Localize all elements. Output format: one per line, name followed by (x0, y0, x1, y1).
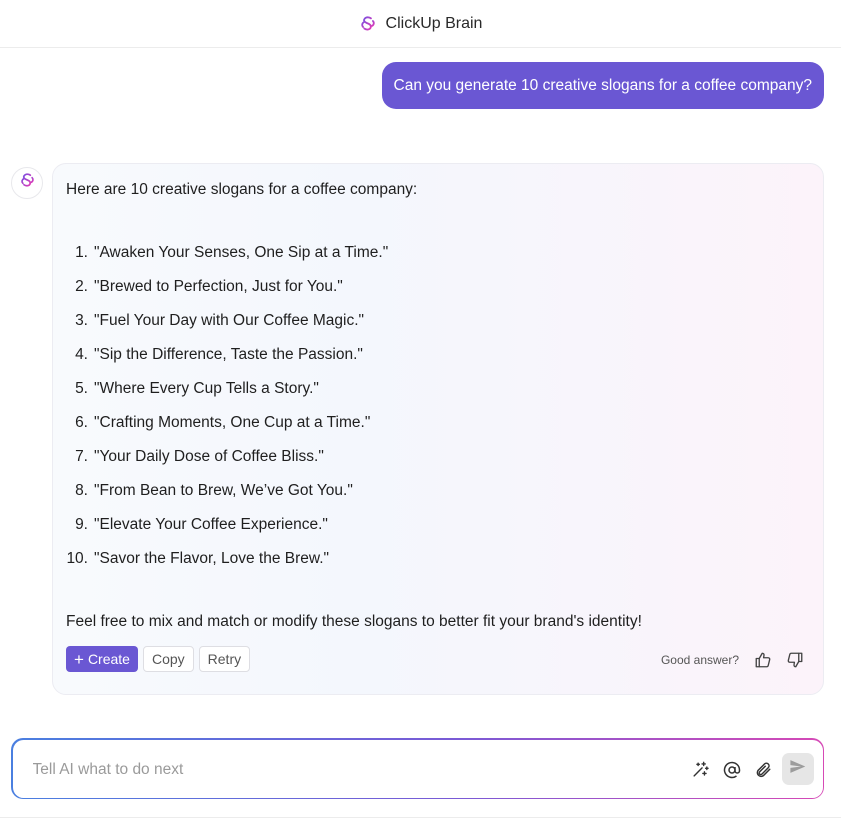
list-item: 5. "Where Every Cup Tells a Story." (66, 380, 388, 414)
thumbs-down-icon[interactable] (783, 649, 807, 671)
paperclip-icon[interactable] (751, 758, 775, 782)
list-item: 10. "Savor the Flavor, Love the Brew." (66, 550, 388, 584)
ai-response-outro: Feel free to mix and match or modify the… (66, 613, 642, 630)
list-item-text: "Awaken Your Senses, One Sip at a Time." (94, 244, 389, 261)
ai-response-card: Here are 10 creative slogans for a coffe… (52, 163, 824, 695)
list-item-text: "From Bean to Brew, We’ve Got You." (94, 482, 353, 499)
header: ClickUp Brain (0, 0, 841, 48)
list-item-text: "Crafting Moments, One Cup at a Time." (94, 414, 371, 431)
list-item-text: "Elevate Your Coffee Experience." (94, 516, 328, 533)
list-item-number: 7. (75, 448, 88, 465)
list-item-number: 2. (75, 278, 88, 295)
list-item: 6. "Crafting Moments, One Cup at a Time." (66, 414, 388, 448)
list-item: 2. "Brewed to Perfection, Just for You." (66, 278, 388, 312)
page-title: ClickUp Brain (385, 14, 483, 32)
list-item-text: "Brewed to Perfection, Just for You." (94, 278, 343, 295)
list-item-number: 1. (75, 244, 88, 261)
prompt-input[interactable] (32, 757, 633, 782)
user-message-text: Can you generate 10 creative slogans for… (393, 76, 812, 94)
list-item-number: 4. (75, 346, 88, 363)
create-button[interactable]: + Create (66, 646, 138, 672)
list-item: 3. "Fuel Your Day with Our Coffee Magic." (66, 312, 388, 346)
create-button-label: Create (87, 651, 130, 667)
list-item: 4. "Sip the Difference, Taste the Passion… (66, 346, 388, 380)
list-item: 7. "Your Daily Dose of Coffee Bliss." (66, 448, 388, 482)
mention-icon[interactable] (720, 758, 744, 782)
response-actions: + Create Copy Retry (66, 646, 251, 672)
list-item-text: "Savor the Flavor, Love the Brew." (94, 550, 330, 567)
send-button[interactable] (781, 752, 814, 785)
list-item-text: "Fuel Your Day with Our Coffee Magic." (94, 312, 365, 329)
list-item: 9. "Elevate Your Coffee Experience." (66, 516, 388, 550)
list-item-text: "Where Every Cup Tells a Story." (94, 380, 319, 397)
ai-avatar (11, 167, 43, 199)
ai-prompt-composer (11, 738, 824, 799)
magic-wand-icon[interactable] (689, 758, 713, 782)
composer-body (12, 739, 823, 798)
list-item: 8. "From Bean to Brew, We’ve Got You." (66, 482, 388, 516)
clickup-brain-logo-icon (19, 172, 36, 194)
list-item: 1. "Awaken Your Senses, One Sip at a Time… (66, 244, 388, 278)
send-icon (789, 758, 806, 780)
feedback-label: Good answer? (660, 653, 739, 667)
thumbs-up-icon[interactable] (751, 649, 775, 671)
plus-icon: + (74, 649, 84, 669)
list-item-number: 3. (75, 312, 88, 329)
feedback-bar: Good answer? (661, 649, 807, 671)
list-item-text: "Sip the Difference, Taste the Passion." (94, 346, 363, 363)
clickup-brain-logo-icon (359, 15, 377, 33)
user-message-bubble: Can you generate 10 creative slogans for… (381, 62, 824, 109)
list-item-number: 6. (75, 414, 88, 431)
ai-response-intro: Here are 10 creative slogans for a coffe… (66, 181, 418, 198)
copy-button[interactable]: Copy (142, 646, 194, 672)
divider (0, 817, 841, 818)
list-item-number: 9. (75, 516, 88, 533)
slogan-list: 1. "Awaken Your Senses, One Sip at a Time… (66, 244, 388, 584)
retry-button[interactable]: Retry (198, 646, 251, 672)
list-item-number: 5. (75, 380, 88, 397)
list-item-number: 8. (75, 482, 88, 499)
list-item-number: 10. (66, 550, 88, 567)
list-item-text: "Your Daily Dose of Coffee Bliss." (94, 448, 324, 465)
